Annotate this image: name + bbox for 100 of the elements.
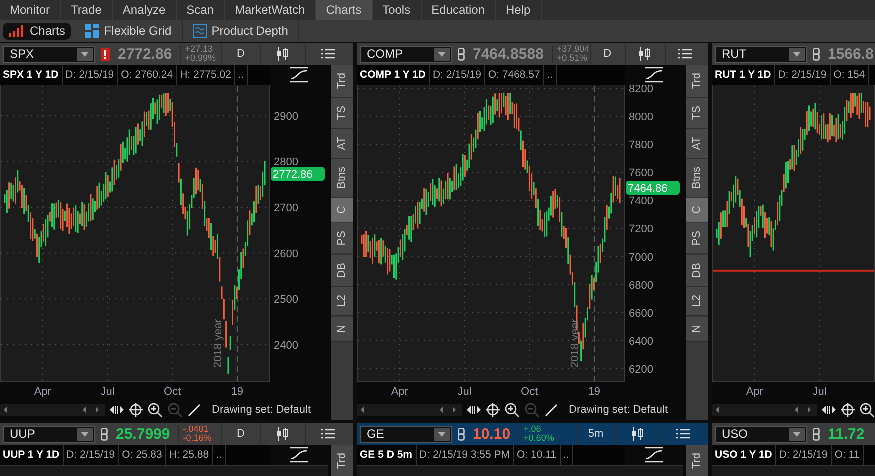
side-tab[interactable]: N [331, 316, 353, 342]
menu-tab[interactable]: Education [422, 0, 496, 20]
price-axis-label: 8000 [629, 112, 654, 124]
price-change: +27.13 +0.99% [180, 45, 216, 63]
sub-tab[interactable]: Charts [3, 22, 72, 40]
side-tab[interactable]: N [686, 316, 708, 342]
side-tab[interactable]: Trd [331, 65, 353, 98]
price-axis-label: 2600 [274, 248, 298, 260]
caret-icon[interactable] [81, 432, 89, 436]
time-axis-label: Apr [34, 386, 52, 398]
menu-icon[interactable] [678, 49, 692, 59]
caret-icon[interactable] [438, 432, 446, 436]
candlestick-icon[interactable] [631, 427, 645, 441]
menu-tab[interactable]: Charts [316, 0, 373, 20]
symbol-dropdown[interactable]: GE [360, 426, 452, 442]
scrollbar[interactable] [712, 404, 817, 416]
style-curve-icon[interactable] [290, 447, 308, 463]
menu-tab[interactable]: Tools [372, 0, 422, 20]
menu-icon[interactable] [321, 429, 335, 439]
zoom-in-icon[interactable] [505, 402, 520, 418]
price-axis-label: 7600 [629, 168, 654, 180]
alert-icon[interactable] [101, 48, 110, 60]
crosshair-icon[interactable] [129, 403, 143, 417]
time-axis-label: Apr [391, 386, 408, 398]
style-curve-icon[interactable] [290, 67, 308, 83]
candlestick-icon[interactable] [276, 47, 290, 61]
link-icon[interactable] [101, 428, 108, 440]
side-tab[interactable]: TS [686, 98, 708, 130]
link-icon[interactable] [458, 428, 465, 440]
style-curve-icon[interactable] [645, 67, 663, 83]
pan-arrows-icon[interactable] [822, 405, 836, 415]
side-tab[interactable]: AT [331, 129, 353, 160]
symbol-dropdown[interactable]: SPX [3, 46, 95, 62]
depth-icon [192, 24, 207, 38]
caret-icon[interactable] [793, 52, 801, 56]
line-tool-icon[interactable] [188, 404, 201, 416]
candlestick-icon[interactable] [638, 47, 652, 61]
last-price-marker: 2772.86 [271, 167, 325, 182]
symbol-dropdown[interactable]: RUT [715, 46, 807, 62]
drawing-set-label[interactable]: Drawing set: Default [212, 404, 312, 416]
price-change: +.06 +0.60% [518, 425, 554, 443]
side-tab[interactable]: TS [331, 98, 353, 130]
time-axis-label: 19 [231, 386, 244, 398]
zoom-in-icon[interactable] [148, 402, 163, 418]
side-tab[interactable]: C [331, 198, 353, 224]
side-tab[interactable]: DB [331, 255, 353, 288]
candlestick-icon[interactable] [276, 427, 290, 441]
side-tab[interactable]: AT [686, 129, 708, 160]
price-axis-label: 6800 [629, 280, 654, 292]
side-tab[interactable]: Trd [686, 65, 708, 98]
crosshair-icon[interactable] [486, 403, 500, 417]
side-tab[interactable]: Trd [686, 445, 708, 476]
side-tab[interactable]: PS [331, 223, 353, 256]
pan-arrows-icon[interactable] [467, 405, 481, 415]
link-icon[interactable] [813, 48, 820, 60]
scrollbar[interactable] [357, 404, 462, 416]
menu-icon[interactable] [321, 49, 335, 59]
year-marker: 2018 year [569, 319, 582, 368]
menu-icon[interactable] [676, 429, 690, 439]
side-tab[interactable]: C [686, 198, 708, 224]
side-tab[interactable]: L2 [686, 287, 708, 317]
price-axis-label: 7400 [629, 196, 654, 208]
sub-tab[interactable]: Product Depth [182, 20, 300, 42]
caret-icon[interactable] [81, 52, 89, 56]
price-axis-label: 2800 [274, 156, 298, 169]
time-axis-label: Jul [458, 386, 472, 398]
zoom-in-icon[interactable] [860, 402, 875, 418]
link-icon[interactable] [813, 428, 820, 440]
grid-icon [85, 24, 100, 38]
side-tab[interactable]: Btns [331, 159, 353, 198]
symbol-dropdown[interactable]: COMP [360, 46, 452, 62]
pan-arrows-icon[interactable] [110, 405, 124, 415]
price-axis-label: 7000 [629, 252, 654, 264]
side-tab[interactable]: Trd [331, 445, 353, 476]
last-price: 7464.8588 [473, 46, 544, 62]
side-tab[interactable]: Btns [686, 159, 708, 198]
caret-icon[interactable] [438, 52, 446, 56]
side-tab[interactable]: DB [686, 255, 708, 288]
last-price-marker: 7464.86 [626, 181, 680, 196]
style-curve-icon[interactable] [645, 447, 663, 463]
time-axis-label: Jul [100, 386, 115, 398]
time-axis-label: Apr [746, 386, 764, 398]
caret-icon[interactable] [793, 432, 801, 436]
price-axis-label: 7800 [629, 140, 654, 152]
price-axis-label: 6200 [629, 364, 654, 376]
crosshair-icon[interactable] [841, 403, 855, 417]
drawing-set-label[interactable]: Drawing set: Default [569, 404, 668, 416]
sub-tab[interactable]: Flexible Grid [75, 20, 183, 42]
last-price: 2772.86 [118, 46, 172, 62]
symbol-dropdown[interactable]: UUP [3, 426, 95, 442]
side-tab[interactable]: L2 [331, 287, 353, 317]
price-axis-label: 7200 [629, 224, 654, 236]
scrollbar[interactable] [0, 404, 105, 416]
line-tool-icon[interactable] [545, 404, 558, 416]
link-icon[interactable] [458, 48, 465, 60]
side-tab[interactable]: PS [686, 223, 708, 256]
year-marker: 2018 year [212, 319, 224, 368]
menu-tab[interactable]: Scan [176, 0, 225, 20]
symbol-dropdown[interactable]: USO [715, 426, 807, 442]
price-axis-label: 2700 [274, 202, 298, 214]
